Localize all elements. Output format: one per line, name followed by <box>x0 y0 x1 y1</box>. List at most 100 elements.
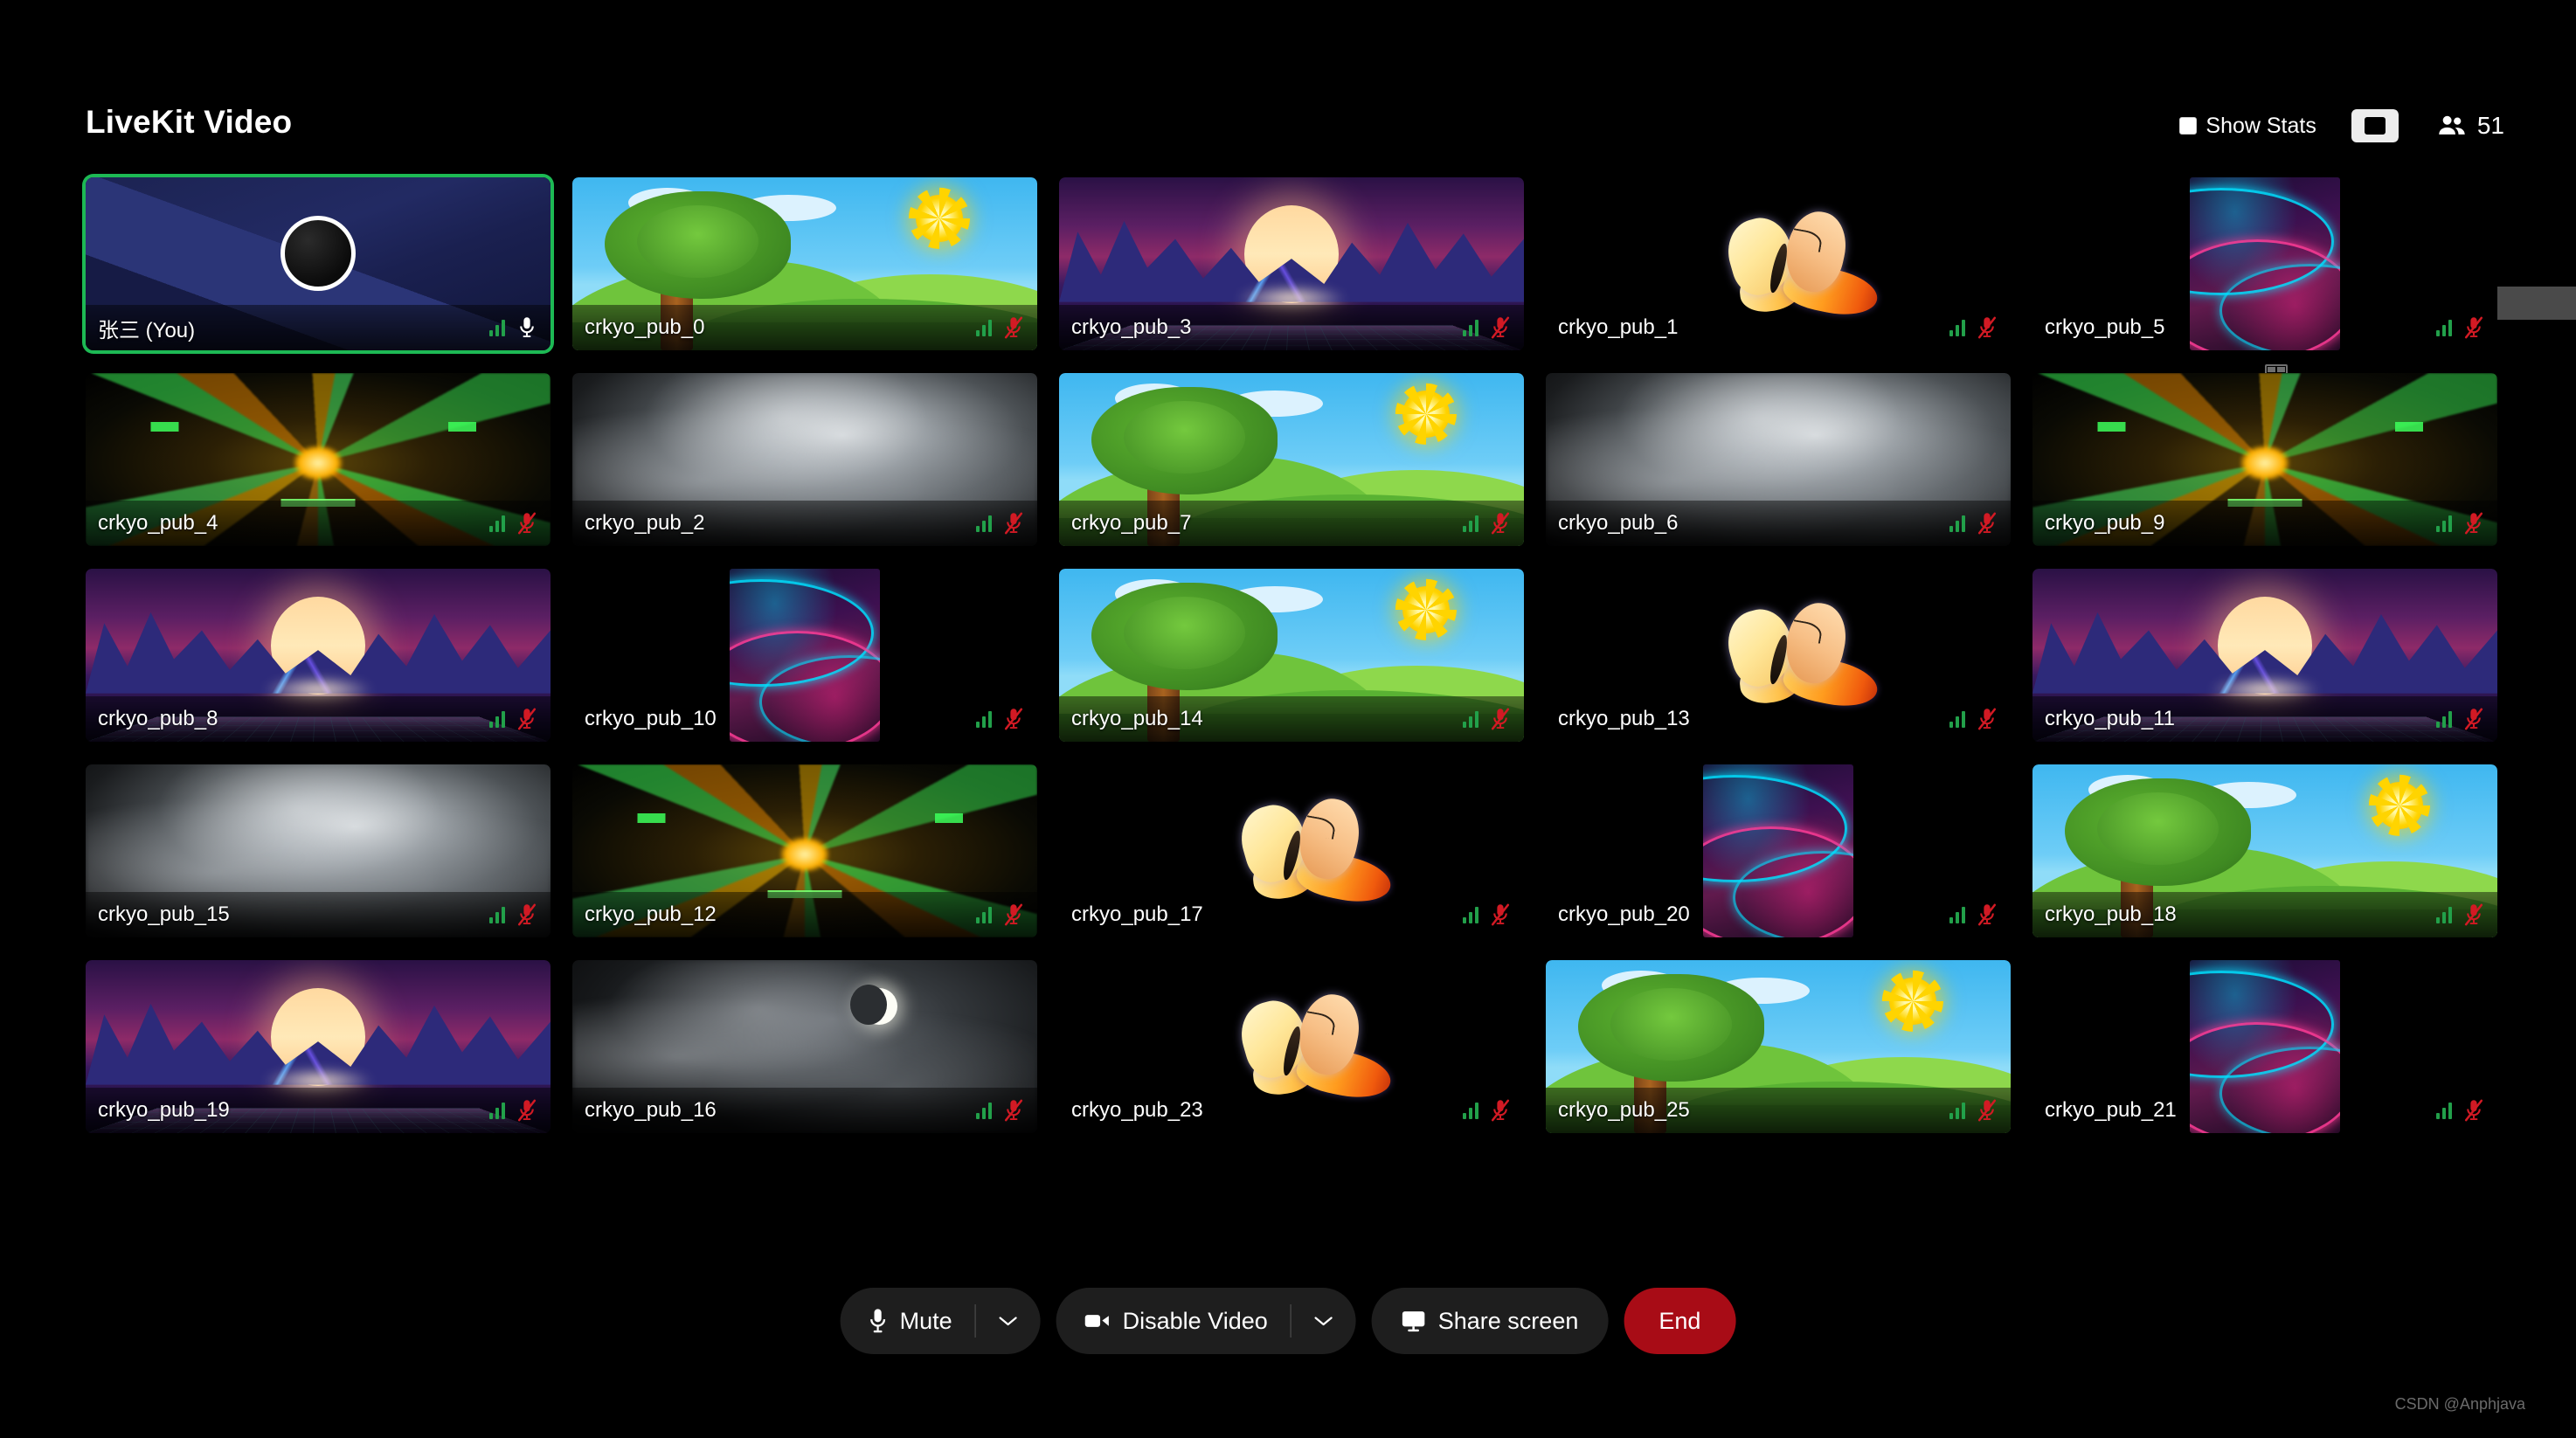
video-frame <box>1703 764 1853 937</box>
video-frame <box>2032 373 2497 546</box>
disable-video-main[interactable]: Disable Video <box>1056 1288 1291 1354</box>
participant-tile[interactable]: crkyo_pub_10 <box>572 569 1037 742</box>
video-surface <box>572 960 1037 1133</box>
participants-indicator[interactable]: 51 <box>2437 112 2504 140</box>
ground-shape <box>1059 518 1524 546</box>
video-frame <box>2190 177 2340 350</box>
participant-tile[interactable]: crkyo_pub_8 <box>86 569 551 742</box>
participant-tile[interactable]: crkyo_pub_17 <box>1059 764 1524 937</box>
participant-tile[interactable]: crkyo_pub_20 <box>1546 764 2011 937</box>
tree-canopy-shape <box>1124 400 1245 474</box>
chevron-down-icon <box>999 1317 1017 1326</box>
smoke-shape <box>86 764 551 937</box>
participant-tile[interactable]: crkyo_pub_15 <box>86 764 551 937</box>
video-frame <box>1059 960 1524 1133</box>
video-grid: 张三 (You) crkyo_pub_0 crkyo_pub_3 crkyo_pub_… <box>86 177 2497 1133</box>
video-stream-obs <box>86 177 551 350</box>
mute-label: Mute <box>899 1307 952 1334</box>
sun-shape <box>915 194 963 242</box>
share-screen-label: Share screen <box>1437 1307 1579 1334</box>
livekit-video-app: LiveKit Video Show Stats 51 张三 (You) crk… <box>0 0 2576 1438</box>
participant-tile[interactable]: crkyo_pub_6 <box>1546 373 2011 546</box>
video-frame <box>572 960 1037 1133</box>
video-stream-synth <box>86 960 551 1133</box>
video-surface <box>1546 764 2011 937</box>
video-stream-kal <box>86 373 551 546</box>
video-stream-moon <box>572 960 1037 1133</box>
participant-tile[interactable]: crkyo_pub_7 <box>1059 373 1524 546</box>
video-options-button[interactable] <box>1291 1288 1356 1354</box>
video-frame <box>2190 960 2340 1133</box>
mute-button[interactable]: Mute <box>840 1288 1041 1354</box>
video-frame <box>572 764 1037 937</box>
participant-tile[interactable]: crkyo_pub_13 <box>1546 569 2011 742</box>
participant-tile[interactable]: crkyo_pub_16 <box>572 960 1037 1133</box>
video-surface <box>572 177 1037 350</box>
people-icon <box>2439 115 2465 135</box>
video-stream-meadow <box>1546 960 2011 1133</box>
participant-count: 51 <box>2476 112 2504 139</box>
participant-tile[interactable]: crkyo_pub_12 <box>572 764 1037 937</box>
participant-tile[interactable]: crkyo_pub_25 <box>1546 960 2011 1133</box>
camera-icon <box>1084 1315 1109 1327</box>
show-stats-checkbox[interactable] <box>2179 117 2198 135</box>
video-frame <box>1546 569 2011 742</box>
video-surface <box>2032 569 2497 742</box>
video-frame <box>572 373 1037 546</box>
participant-tile[interactable]: crkyo_pub_14 <box>1059 569 1524 742</box>
participant-tile[interactable]: 张三 (You) <box>86 177 551 350</box>
video-frame <box>86 764 551 937</box>
participant-tile[interactable]: crkyo_pub_11 <box>2032 569 2497 742</box>
video-surface <box>86 373 551 546</box>
grid-floor-shape <box>86 716 551 742</box>
watermark: CSDN @Anphjava <box>2394 1395 2525 1413</box>
participant-tile[interactable]: crkyo_pub_2 <box>572 373 1037 546</box>
glow-core-shape <box>294 445 343 480</box>
show-stats-toggle[interactable]: Show Stats <box>2179 114 2316 139</box>
video-stream-neon <box>2190 177 2340 350</box>
participant-tile[interactable]: crkyo_pub_0 <box>572 177 1037 350</box>
tree-canopy-shape <box>2097 792 2219 865</box>
video-stream-kal <box>572 764 1037 937</box>
end-call-label: End <box>1658 1307 1701 1334</box>
participant-tile[interactable]: crkyo_pub_3 <box>1059 177 1524 350</box>
share-screen-main[interactable]: Share screen <box>1372 1288 1609 1354</box>
participant-tile[interactable]: crkyo_pub_18 <box>2032 764 2497 937</box>
participant-tile[interactable]: crkyo_pub_23 <box>1059 960 1524 1133</box>
mute-main[interactable]: Mute <box>841 1288 975 1354</box>
obs-logo-icon <box>280 216 356 292</box>
participant-tile[interactable]: crkyo_pub_5 <box>2032 177 2497 350</box>
participant-tile[interactable]: crkyo_pub_19 <box>86 960 551 1133</box>
video-frame <box>1059 569 1524 742</box>
layout-switcher[interactable] <box>2265 109 2576 382</box>
video-surface <box>1546 373 2011 546</box>
end-call-button[interactable]: End <box>1624 1288 1736 1354</box>
sun-shape <box>1888 977 1936 1025</box>
video-frame <box>1059 373 1524 546</box>
video-surface <box>1059 960 1524 1133</box>
share-screen-button[interactable]: Share screen <box>1371 1288 1609 1354</box>
video-frame <box>1546 177 2011 350</box>
participant-tile[interactable]: crkyo_pub_4 <box>86 373 551 546</box>
mute-options-button[interactable] <box>976 1288 1041 1354</box>
video-surface <box>2032 764 2497 937</box>
video-stream-meadow <box>1059 569 1524 742</box>
ground-shape <box>572 322 1037 350</box>
glow-core-shape <box>2240 445 2289 480</box>
video-surface <box>1059 569 1524 742</box>
video-surface <box>2032 960 2497 1133</box>
speaker-layout-button[interactable] <box>2351 109 2399 142</box>
video-stream-cloud <box>86 764 551 937</box>
smoke-shape <box>1546 373 2011 546</box>
disable-video-button[interactable]: Disable Video <box>1056 1288 1356 1354</box>
video-frame <box>86 373 551 546</box>
video-stream-cloud <box>1546 373 2011 546</box>
smoke-shape <box>572 373 1037 546</box>
video-stream-bfly <box>1059 960 1524 1133</box>
video-stream-meadow <box>1059 373 1524 546</box>
participant-tile[interactable]: crkyo_pub_9 <box>2032 373 2497 546</box>
grid-floor-shape <box>2032 716 2497 742</box>
video-stream-kal <box>2032 373 2497 546</box>
participant-tile[interactable]: crkyo_pub_1 <box>1546 177 2011 350</box>
participant-tile[interactable]: crkyo_pub_21 <box>2032 960 2497 1133</box>
